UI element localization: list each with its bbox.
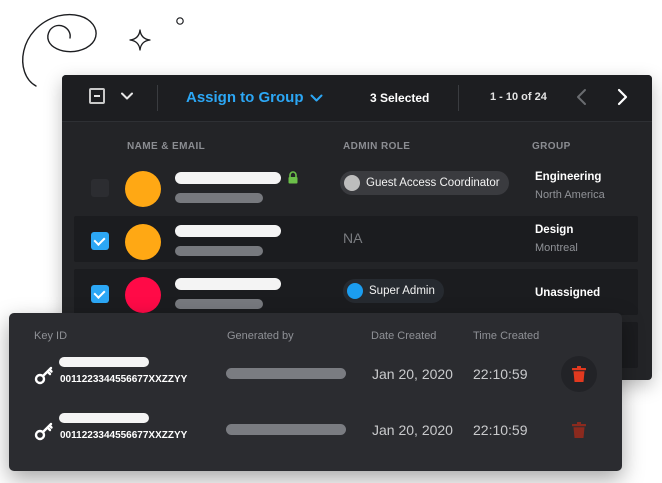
admin-role-empty: NA bbox=[343, 230, 363, 246]
avatar bbox=[125, 277, 161, 313]
admin-role-label: Super Admin bbox=[369, 285, 435, 297]
toolbar-divider bbox=[157, 85, 158, 111]
assign-to-group-dropdown[interactable]: Assign to Group bbox=[186, 89, 323, 106]
table-row[interactable]: Super Admin Unassigned bbox=[74, 269, 638, 315]
key-icon bbox=[34, 366, 53, 385]
admin-role-chip[interactable]: Guest Access Coordinator bbox=[340, 171, 509, 195]
group-region: Montreal bbox=[535, 242, 578, 254]
key-icon bbox=[34, 422, 53, 441]
delete-key-button[interactable] bbox=[561, 412, 597, 448]
sparkle-decoration bbox=[129, 29, 151, 51]
toolbar-divider bbox=[458, 85, 459, 111]
column-header-group[interactable]: GROUP bbox=[532, 141, 571, 152]
date-created-value: Jan 20, 2020 bbox=[372, 366, 453, 382]
row-checkbox[interactable] bbox=[91, 285, 109, 303]
api-key-row[interactable]: 0011223344556677XXZZYY Jan 20, 2020 22:1… bbox=[9, 411, 622, 459]
user-name-placeholder bbox=[175, 278, 281, 290]
column-header-name-email[interactable]: NAME & EMAIL bbox=[127, 141, 205, 152]
select-all-checkbox[interactable] bbox=[89, 88, 105, 104]
user-email-placeholder bbox=[175, 193, 263, 203]
key-name-placeholder bbox=[59, 413, 149, 423]
admin-role-label: Guest Access Coordinator bbox=[366, 177, 500, 189]
user-name-placeholder bbox=[175, 225, 281, 237]
previous-page-icon[interactable] bbox=[574, 87, 590, 107]
key-id-value: 0011223344556677XXZZYY bbox=[60, 430, 188, 441]
generated-by-placeholder bbox=[226, 368, 346, 379]
group-name: Design bbox=[535, 224, 574, 236]
row-checkbox[interactable] bbox=[91, 179, 109, 197]
group-name: Unassigned bbox=[535, 287, 601, 299]
time-created-value: 22:10:59 bbox=[473, 366, 528, 382]
user-email-placeholder bbox=[175, 299, 263, 309]
selected-count: 3 Selected bbox=[370, 91, 430, 105]
column-header-admin-role[interactable]: ADMIN ROLE bbox=[343, 141, 410, 152]
group-region: North America bbox=[535, 189, 605, 201]
chevron-down-icon bbox=[310, 94, 322, 101]
column-header-time-created: Time Created bbox=[473, 330, 540, 342]
table-row[interactable]: NA Design Montreal bbox=[74, 216, 638, 262]
delete-key-button[interactable] bbox=[561, 356, 597, 392]
avatar bbox=[125, 171, 161, 207]
key-name-placeholder bbox=[59, 357, 149, 367]
lock-icon bbox=[288, 171, 298, 184]
chevron-down-icon[interactable] bbox=[120, 89, 134, 103]
column-header-key-id: Key ID bbox=[34, 330, 68, 342]
pagination-range: 1 - 10 of 24 bbox=[490, 91, 547, 103]
time-created-value: 22:10:59 bbox=[473, 422, 528, 438]
generated-by-placeholder bbox=[226, 424, 346, 435]
assign-to-group-label: Assign to Group bbox=[186, 89, 304, 106]
table-row[interactable]: Guest Access Coordinator Engineering Nor… bbox=[74, 163, 638, 209]
column-header-generated-by: Generated by bbox=[227, 330, 294, 342]
user-name-placeholder bbox=[175, 172, 281, 184]
avatar bbox=[125, 224, 161, 260]
dot-decoration bbox=[176, 17, 184, 25]
trash-icon bbox=[572, 366, 586, 382]
role-indicator-dot bbox=[347, 283, 363, 299]
date-created-value: Jan 20, 2020 bbox=[372, 422, 453, 438]
row-checkbox[interactable] bbox=[91, 232, 109, 250]
role-indicator-dot bbox=[344, 175, 360, 191]
api-key-row[interactable]: 0011223344556677XXZZYY Jan 20, 2020 22:1… bbox=[9, 355, 622, 403]
admin-role-chip[interactable]: Super Admin bbox=[343, 279, 444, 303]
group-name: Engineering bbox=[535, 171, 602, 183]
next-page-icon[interactable] bbox=[614, 87, 630, 107]
key-id-value: 0011223344556677XXZZYY bbox=[60, 374, 188, 385]
column-header-date-created: Date Created bbox=[371, 330, 437, 342]
user-email-placeholder bbox=[175, 246, 263, 256]
bulk-action-toolbar: Assign to Group 3 Selected 1 - 10 of 24 bbox=[62, 75, 652, 122]
api-keys-panel: Key ID Generated by Date Created Time Cr… bbox=[9, 313, 622, 471]
trash-icon bbox=[572, 422, 586, 438]
